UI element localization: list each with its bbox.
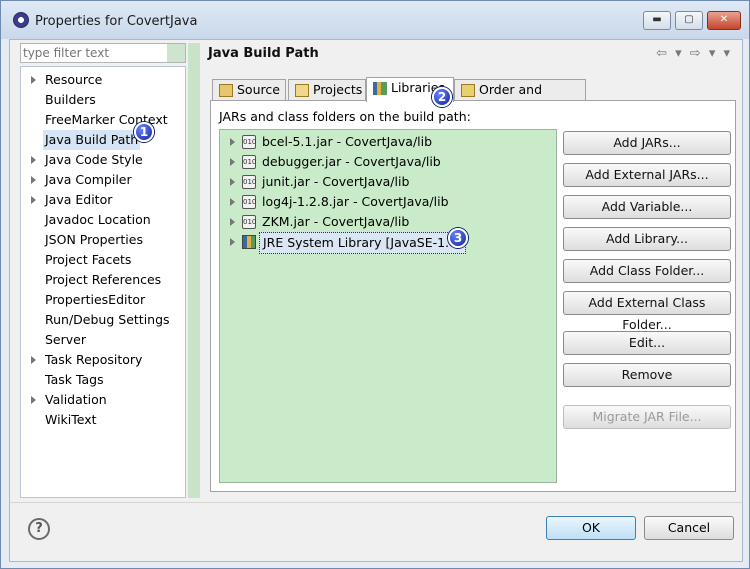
expand-arrow-icon[interactable] bbox=[230, 238, 235, 246]
eclipse-icon bbox=[13, 12, 29, 28]
clear-filter-icon[interactable] bbox=[167, 44, 185, 62]
jar-icon: 010 bbox=[242, 155, 256, 169]
tab-source[interactable]: Source bbox=[212, 79, 286, 101]
library-item[interactable]: 010 debugger.jar - CovertJava/lib bbox=[228, 152, 548, 172]
expand-arrow-icon[interactable] bbox=[31, 196, 36, 204]
history-nav-icon[interactable]: ⇦ ▾ ⇨ ▾ ▾ bbox=[656, 46, 732, 61]
jar-icon: 010 bbox=[242, 215, 256, 229]
expand-arrow-icon[interactable] bbox=[31, 156, 36, 164]
help-icon[interactable]: ? bbox=[28, 518, 50, 540]
add-external-class-folder-button[interactable]: Add External Class Folder... bbox=[563, 291, 731, 332]
jar-icon: 010 bbox=[242, 135, 256, 149]
dialog-content: Resource Builders FreeMarker Context Jav… bbox=[9, 39, 743, 562]
libraries-icon bbox=[373, 82, 387, 95]
expand-arrow-icon[interactable] bbox=[230, 158, 235, 166]
library-item[interactable]: 010 junit.jar - CovertJava/lib bbox=[228, 172, 548, 192]
library-item[interactable]: 010 ZKM.jar - CovertJava/lib bbox=[228, 212, 548, 232]
expand-arrow-icon[interactable] bbox=[31, 176, 36, 184]
cancel-button[interactable]: Cancel bbox=[644, 516, 734, 540]
ok-button[interactable]: OK bbox=[546, 516, 636, 540]
tab-order-and-export[interactable]: Order and Export bbox=[454, 79, 586, 117]
expand-arrow-icon[interactable] bbox=[31, 396, 36, 404]
add-external-jars-button[interactable]: Add External JARs... bbox=[563, 163, 731, 187]
order-export-icon bbox=[461, 84, 475, 97]
add-jars-button[interactable]: Add JARs... bbox=[563, 131, 731, 155]
source-folder-icon bbox=[219, 84, 233, 97]
close-button[interactable]: ✕ bbox=[707, 11, 741, 30]
library-item[interactable]: 010 bcel-5.1.jar - CovertJava/lib bbox=[228, 132, 548, 152]
filter-input[interactable] bbox=[21, 44, 185, 62]
library-item[interactable]: 010 log4j-1.2.8.jar - CovertJava/lib bbox=[228, 192, 548, 212]
library-item-jre[interactable]: JRE System Library [JavaSE-1.6] bbox=[228, 232, 548, 254]
annotation-badge-3: 3 bbox=[448, 228, 468, 248]
annotation-badge-1: 1 bbox=[134, 122, 154, 142]
remove-button[interactable]: Remove bbox=[563, 363, 731, 387]
minimize-button[interactable]: ▬ bbox=[643, 11, 671, 30]
title-bar: Properties for CovertJava ▬ ▢ ✕ bbox=[1, 1, 749, 39]
jre-library-icon bbox=[242, 235, 256, 249]
add-library-button[interactable]: Add Library... bbox=[563, 227, 731, 251]
expand-arrow-icon[interactable] bbox=[230, 198, 235, 206]
filter-box bbox=[20, 43, 186, 63]
window-title: Properties for CovertJava bbox=[35, 14, 198, 29]
add-class-folder-button[interactable]: Add Class Folder... bbox=[563, 259, 731, 283]
footer-separator bbox=[10, 502, 742, 503]
properties-dialog: Properties for CovertJava ▬ ▢ ✕ Resource… bbox=[0, 0, 750, 569]
projects-folder-icon bbox=[295, 84, 309, 97]
annotation-badge-2: 2 bbox=[432, 87, 452, 107]
maximize-button[interactable]: ▢ bbox=[675, 11, 703, 30]
property-tree: Resource Builders FreeMarker Context Jav… bbox=[20, 66, 186, 498]
edit-button[interactable]: Edit... bbox=[563, 331, 731, 355]
jar-icon: 010 bbox=[242, 175, 256, 189]
expand-arrow-icon[interactable] bbox=[31, 76, 36, 84]
expand-arrow-icon[interactable] bbox=[230, 138, 235, 146]
pane-splitter[interactable] bbox=[188, 43, 200, 498]
libraries-description: JARs and class folders on the build path… bbox=[219, 109, 471, 124]
migrate-jar-button[interactable]: Migrate JAR File... bbox=[563, 405, 731, 429]
add-variable-button[interactable]: Add Variable... bbox=[563, 195, 731, 219]
expand-arrow-icon[interactable] bbox=[230, 218, 235, 226]
page-title: Java Build Path bbox=[208, 46, 319, 61]
tab-projects[interactable]: Projects bbox=[288, 79, 366, 101]
jar-icon: 010 bbox=[242, 195, 256, 209]
expand-arrow-icon[interactable] bbox=[31, 356, 36, 364]
libraries-panel: JARs and class folders on the build path… bbox=[210, 100, 736, 492]
expand-arrow-icon[interactable] bbox=[230, 178, 235, 186]
libraries-list[interactable]: 010 bcel-5.1.jar - CovertJava/lib 010 debu… bbox=[219, 129, 557, 483]
